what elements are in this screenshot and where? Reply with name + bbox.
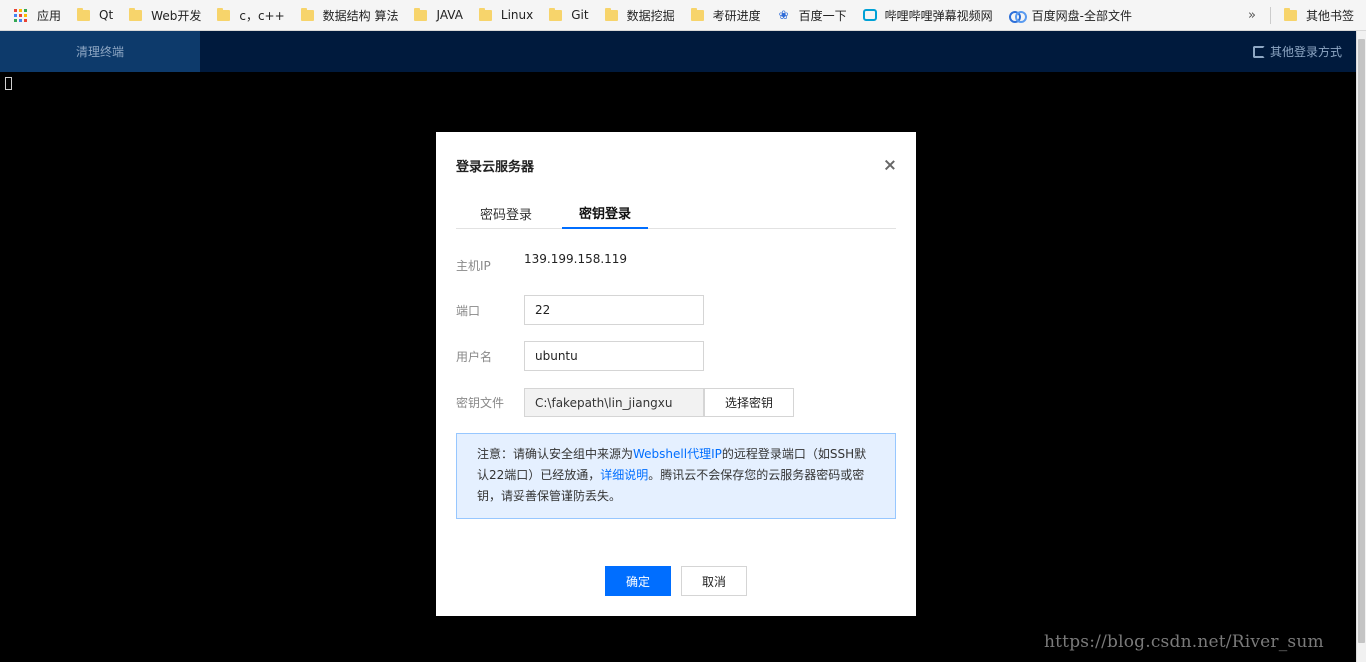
username-input[interactable]: [524, 341, 704, 371]
port-label: 端口: [456, 304, 481, 318]
bookmark-label: Qt: [99, 8, 114, 22]
terminal-cursor: [5, 77, 12, 90]
notice-text: 注意：请确认安全组中来源为: [477, 447, 634, 461]
bookmark-other[interactable]: 其他书签: [1276, 0, 1362, 31]
folder-icon: [478, 7, 492, 21]
close-icon[interactable]: [882, 157, 898, 173]
host-ip-value: 139.199.158.119: [524, 252, 628, 266]
folder-icon: [690, 7, 704, 21]
confirm-button[interactable]: 确定: [605, 566, 671, 596]
folder-icon: [604, 7, 618, 21]
bookmark-folder[interactable]: 数据挖掘: [597, 0, 683, 31]
bookmark-folder[interactable]: Qt: [69, 0, 121, 31]
bookmark-label: 其他书签: [1306, 9, 1355, 23]
tab-clear-terminal[interactable]: 清理终端: [0, 31, 200, 72]
bookmark-folder[interactable]: c，c++: [209, 0, 292, 31]
apps-grid-icon: [14, 8, 27, 22]
bookmark-label: 百度一下: [798, 8, 847, 23]
details-link[interactable]: 详细说明: [600, 468, 648, 482]
bookmark-label: Web开发: [151, 8, 202, 23]
bookmark-folder[interactable]: Linux: [471, 0, 541, 31]
swap-icon: [1252, 45, 1265, 58]
tab-password-login[interactable]: 密码登录: [456, 198, 556, 229]
bookmark-folder[interactable]: 考研进度: [683, 0, 769, 31]
tab-key-login[interactable]: 密钥登录: [562, 198, 648, 229]
login-tabs: 密码登录 密钥登录: [456, 198, 896, 229]
folder-icon: [1284, 8, 1297, 21]
bookmark-folder[interactable]: Web开发: [121, 0, 209, 31]
bookmark-baidupan[interactable]: 百度网盘-全部文件: [1001, 0, 1140, 31]
folder-icon: [217, 7, 231, 21]
bookmark-label: 数据结构 算法: [322, 8, 399, 23]
key-file-label: 密钥文件: [456, 396, 505, 410]
scrollbar-thumb[interactable]: [1358, 39, 1365, 643]
bookmark-label: 百度网盘-全部文件: [1031, 8, 1132, 23]
other-login-button[interactable]: 其他登录方式: [1252, 31, 1342, 72]
bookmarks-divider: [1270, 7, 1271, 24]
folder-icon: [300, 7, 314, 21]
baidu-paw-icon: ❀: [778, 8, 789, 22]
bookmarks-overflow-chevron-icon[interactable]: »: [1248, 0, 1256, 31]
bookmark-bilibili[interactable]: 哔哩哔哩弹幕视频网: [855, 0, 1001, 31]
page-scrollbar[interactable]: [1356, 31, 1366, 662]
folder-icon: [549, 7, 563, 21]
bookmark-label: JAVA: [436, 8, 463, 22]
login-dialog: 登录云服务器 密码登录 密钥登录 主机IP 139.199.158.119 端口…: [436, 132, 916, 616]
bilibili-tv-icon: [862, 9, 877, 21]
folder-icon: [414, 7, 428, 21]
bookmark-folder[interactable]: 数据结构 算法: [293, 0, 407, 31]
key-file-path: C:\fakepath\lin_jiangxu: [524, 388, 704, 417]
other-login-label: 其他登录方式: [1269, 45, 1342, 59]
bookmark-apps[interactable]: 应用: [0, 0, 69, 31]
host-ip-label: 主机IP: [456, 259, 491, 273]
cloud-drive-icon: [1008, 10, 1027, 23]
folder-icon: [77, 7, 91, 21]
bookmark-label: 数据挖掘: [626, 8, 675, 23]
security-notice: 注意：请确认安全组中来源为Webshell代理IP的远程登录端口（如SSH默认2…: [456, 433, 896, 519]
cancel-button[interactable]: 取消: [681, 566, 747, 596]
bookmark-label: Linux: [500, 8, 534, 22]
dialog-title: 登录云服务器: [456, 160, 535, 175]
username-label: 用户名: [456, 350, 493, 364]
webshell-proxy-ip-link[interactable]: Webshell代理IP: [633, 447, 722, 461]
bookmark-label: c，c++: [239, 8, 285, 23]
bookmark-label: Git: [571, 8, 589, 22]
terminal-header: 清理终端 其他登录方式: [0, 31, 1356, 72]
bookmark-folder[interactable]: Git: [541, 0, 596, 31]
bookmark-folder[interactable]: JAVA: [406, 0, 470, 31]
bookmark-label: 哔哩哔哩弹幕视频网: [884, 8, 993, 23]
bookmark-label: 考研进度: [712, 8, 761, 23]
bookmark-label: 应用: [37, 8, 62, 23]
folder-icon: [129, 7, 143, 21]
bookmarks-bar: 应用 Qt Web开发 c，c++ 数据结构 算法 JAVA Linux Git…: [0, 0, 1366, 31]
watermark-text: https://blog.csdn.net/River_sum: [1044, 632, 1324, 652]
bookmark-baidu[interactable]: ❀ 百度一下: [769, 0, 855, 31]
choose-key-button[interactable]: 选择密钥: [704, 388, 794, 417]
port-input[interactable]: [524, 295, 704, 325]
